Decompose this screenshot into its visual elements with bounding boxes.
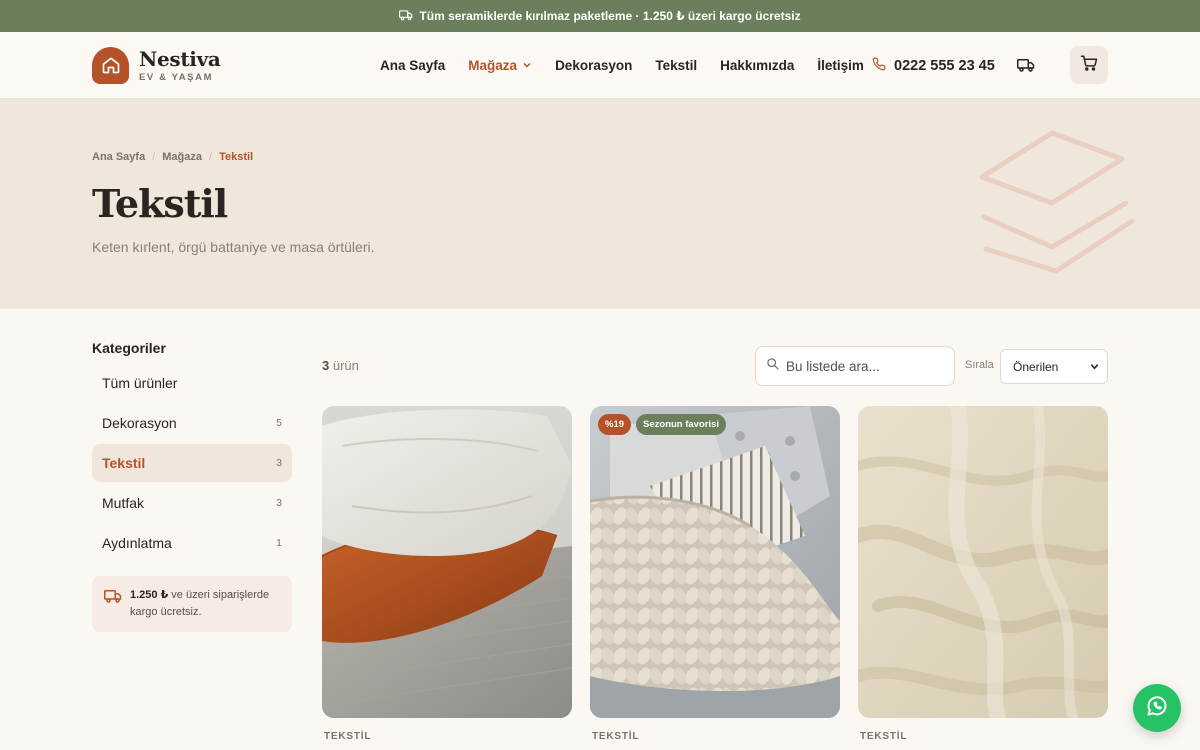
breadcrumb-shop[interactable]: Mağaza [162,151,202,163]
product-image[interactable] [858,406,1108,718]
sidebar-item-count: 3 [276,457,282,469]
breadcrumb-home[interactable]: Ana Sayfa [92,151,145,163]
search-input[interactable] [786,358,944,374]
brand-tagline: EV & YAŞAM [139,71,214,83]
nav-label: İletişim [817,58,864,73]
search-box [755,346,955,386]
announcement-text: Tüm seramiklerde kırılmaz paketleme · 1.… [419,9,801,23]
search-icon [766,357,779,375]
brand-name: Nestiva [139,46,221,71]
whatsapp-icon [1145,694,1169,723]
phone-number: 0222 555 23 45 [894,57,995,74]
sidebar-item-count: 1 [276,537,282,549]
sidebar-item-kitchen[interactable]: Mutfak 3 [92,484,292,522]
product-category: TEKSTİL [592,731,640,742]
main-nav: Ana Sayfa Mağaza Dekorasyon Tekstil Hakk… [380,32,864,99]
announcement-bar: Tüm seramiklerde kırılmaz paketleme · 1.… [0,0,1200,32]
sort-value: Önerilen [1013,359,1059,374]
product-card[interactable]: TEKSTİL [322,406,572,742]
phone-icon [872,57,886,75]
product-toolbar: 3 ürün Sırala Önerilen [322,346,1108,386]
truck-icon [104,587,122,621]
page-description: Keten kırlent, örgü battaniye ve masa ör… [92,239,375,255]
category-sidebar: Kategoriler Tüm ürünler Dekorasyon 5 Tek… [92,340,292,632]
free-shipping-note: 1.250 ₺ ve üzeri siparişlerde kargo ücre… [92,576,292,632]
truck-icon [399,8,413,25]
layers-icon [976,129,1136,279]
sidebar-title: Kategoriler [92,340,166,356]
nav-item-about[interactable]: Hakkımızda [720,58,794,73]
breadcrumb-current: Tekstil [219,151,254,163]
whatsapp-button[interactable] [1133,684,1181,732]
sidebar-item-label: Aydınlatma [102,535,172,551]
sidebar-item-decoration[interactable]: Dekorasyon 5 [92,404,292,442]
product-category: TEKSTİL [860,731,908,742]
sidebar-item-label: Mutfak [102,495,145,511]
product-card[interactable]: %19 Sezonun favorisi TEKSTİL [590,406,840,742]
sidebar-item-label: Dekorasyon [102,415,177,431]
nav-item-contact[interactable]: İletişim [817,58,864,73]
sidebar-item-textile[interactable]: Tekstil 3 [92,444,292,482]
page-title: Tekstil [92,181,228,226]
discount-badge: %19 [598,414,632,435]
product-card[interactable]: TEKSTİL [858,406,1108,742]
page-hero: Ana Sayfa / Mağaza / Tekstil Tekstil Ket… [0,99,1200,309]
sort-label: Sırala [965,359,994,371]
breadcrumb-separator: / [209,151,213,163]
sort-select[interactable]: Önerilen [1000,349,1108,384]
nav-item-textile[interactable]: Tekstil [655,58,697,73]
product-image[interactable]: %19 Sezonun favorisi [590,406,840,718]
sidebar-item-lighting[interactable]: Aydınlatma 1 [92,524,292,562]
phone-link[interactable]: 0222 555 23 45 [872,32,995,99]
chevron-down-icon [522,58,532,73]
cart-icon [1080,54,1098,77]
nav-item-shop[interactable]: Mağaza [468,58,532,73]
sidebar-item-label: Tekstil [102,455,146,471]
nav-item-decoration[interactable]: Dekorasyon [555,58,632,73]
featured-badge: Sezonun favorisi [636,414,727,435]
product-category: TEKSTİL [324,731,372,742]
sidebar-item-count: 3 [276,497,282,509]
free-shipping-text: 1.250 ₺ ve üzeri siparişlerde kargo ücre… [130,587,280,621]
cart-button[interactable] [1070,46,1108,84]
product-badges: %19 Sezonun favorisi [598,414,727,435]
nav-label: Ana Sayfa [380,58,446,73]
nav-label: Hakkımızda [720,58,795,73]
home-icon [92,46,129,84]
product-image[interactable] [322,406,572,718]
brand-logo[interactable]: Nestiva EV & YAŞAM [92,46,221,84]
nav-label: Tekstil [655,58,698,73]
chevron-down-icon [1090,360,1099,374]
nav-item-home[interactable]: Ana Sayfa [380,58,445,73]
nav-label: Dekorasyon [555,58,633,73]
sidebar-item-count: 5 [276,417,282,429]
product-count-label: ürün [329,358,359,373]
breadcrumb-separator: / [152,151,156,163]
free-shipping-amount: 1.250 ₺ [130,589,169,601]
breadcrumb: Ana Sayfa / Mağaza / Tekstil [92,151,253,163]
sidebar-item-all[interactable]: Tüm ürünler [92,364,292,402]
sidebar-item-label: Tüm ürünler [102,375,178,391]
nav-label: Mağaza [468,58,518,73]
product-count: 3 ürün [322,358,359,373]
shipping-truck-icon[interactable] [1015,54,1037,76]
site-header: Nestiva EV & YAŞAM Ana Sayfa Mağaza Deko… [0,32,1200,99]
